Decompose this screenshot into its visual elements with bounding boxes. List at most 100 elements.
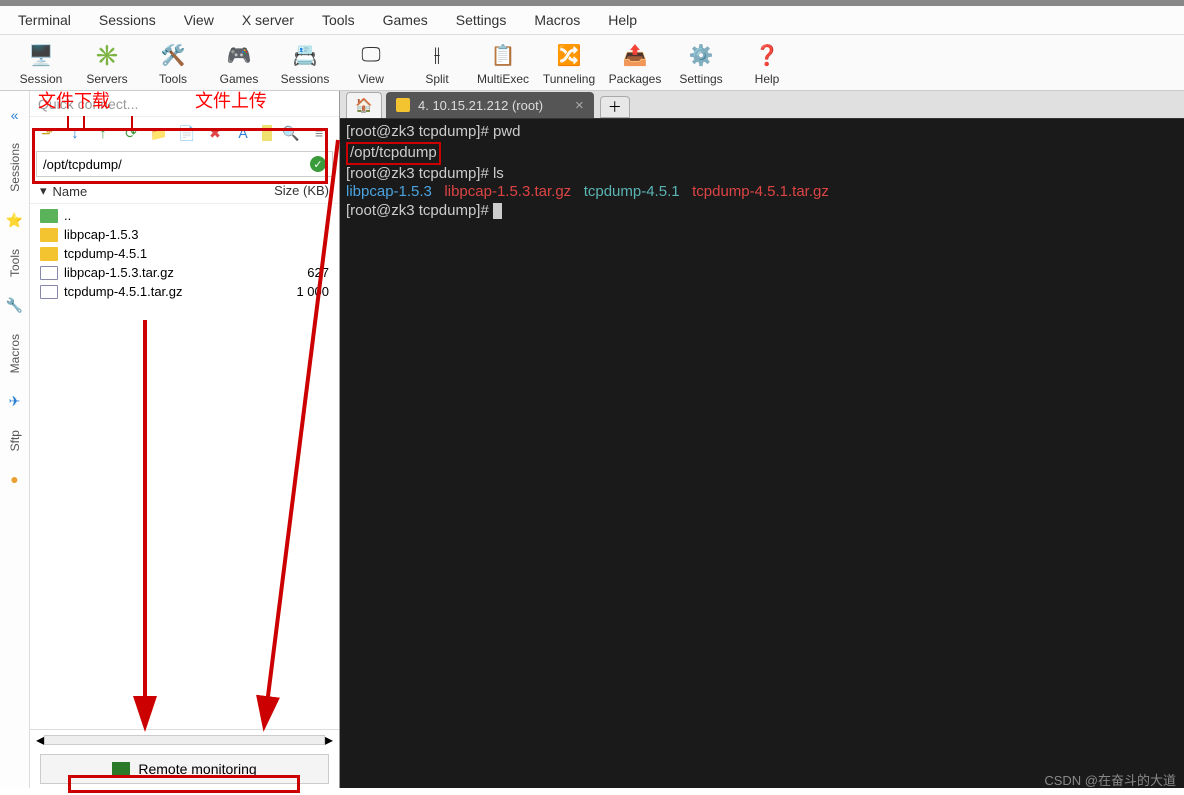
upload-icon[interactable]: ↑	[94, 124, 112, 142]
menu-games[interactable]: Games	[383, 12, 428, 28]
file-list-header: ▾ Name Size (KB)	[30, 179, 339, 204]
prompt: [root@zk3 tcpdump]#	[346, 202, 493, 219]
packages-icon: 📤	[621, 41, 649, 69]
view-icon: 🖵	[357, 41, 385, 69]
menu-macros[interactable]: Macros	[534, 12, 580, 28]
menu-sessions[interactable]: Sessions	[99, 12, 156, 28]
tb-session[interactable]: 🖥️Session	[8, 39, 74, 88]
home-icon: 🏠	[355, 97, 372, 114]
file-list: .. libpcap-1.5.3 tcpdump-4.5.1 libpcap-1…	[30, 204, 339, 729]
folder-icon	[40, 247, 58, 261]
highlighted-output: /opt/tcpdump	[346, 142, 441, 165]
tab-session[interactable]: 4. 10.15.21.212 (root) ×	[386, 92, 594, 118]
sessions-icon: 📇	[291, 41, 319, 69]
scroll-right-icon[interactable]: ▸	[325, 730, 333, 750]
vertical-tabs: « Sessions ⭐ Tools 🔧 Macros ✈ Sftp ●	[0, 91, 30, 788]
download-icon[interactable]: ↓	[66, 124, 84, 142]
file-icon	[40, 266, 58, 280]
file-row[interactable]: tcpdump-4.5.1.tar.gz1 000	[30, 282, 339, 301]
terminal-tabs: 🏠 4. 10.15.21.212 (root) × ＋	[340, 91, 1184, 119]
file-icon	[40, 285, 58, 299]
refresh-icon[interactable]: ⟳	[122, 124, 140, 142]
new-folder-icon[interactable]: 📁	[150, 124, 168, 142]
ls-archive: tcpdump-4.5.1.tar.gz	[692, 183, 829, 200]
path-text: /opt/tcpdump/	[43, 157, 122, 172]
path-ok-icon: ✓	[310, 156, 326, 172]
col-name[interactable]: Name	[53, 184, 88, 199]
file-row[interactable]: libpcap-1.5.3.tar.gz627	[30, 263, 339, 282]
menu-tools[interactable]: Tools	[322, 12, 355, 28]
tb-view[interactable]: 🖵View	[338, 39, 404, 88]
tb-packages[interactable]: 📤Packages	[602, 39, 668, 88]
help-icon: ❓	[753, 41, 781, 69]
file-row-parent[interactable]: ..	[30, 206, 339, 225]
tb-tools[interactable]: 🛠️Tools	[140, 39, 206, 88]
tab-home[interactable]: 🏠	[346, 92, 382, 118]
main-toolbar: 🖥️Session ✳️Servers 🛠️Tools 🎮Games 📇Sess…	[0, 35, 1184, 91]
plus-icon: ＋	[608, 97, 622, 117]
folder-icon	[40, 228, 58, 242]
menu-settings[interactable]: Settings	[456, 12, 507, 28]
vtab-sftp[interactable]: Sftp	[8, 430, 22, 451]
nav-up-icon[interactable]: ⬏	[38, 124, 56, 142]
tb-settings[interactable]: ⚙️Settings	[668, 39, 734, 88]
vtab-tools[interactable]: Tools	[8, 249, 22, 277]
tab-close-icon[interactable]: ×	[575, 97, 584, 114]
folder-icon	[40, 209, 58, 223]
prompt: [root@zk3 tcpdump]#	[346, 165, 493, 182]
search-icon[interactable]: 🔍	[282, 124, 300, 142]
tab-add[interactable]: ＋	[600, 96, 630, 118]
tb-multiexec[interactable]: 📋MultiExec	[470, 39, 536, 88]
vtab-sessions[interactable]: Sessions	[8, 143, 22, 192]
ls-dir: tcpdump-4.5.1	[584, 183, 680, 200]
tb-tunneling[interactable]: 🔀Tunneling	[536, 39, 602, 88]
tb-split[interactable]: ⫲Split	[404, 39, 470, 88]
file-row[interactable]: libpcap-1.5.3	[30, 225, 339, 244]
dot-icon: ●	[10, 471, 18, 487]
remote-path-input[interactable]: /opt/tcpdump/ ✓	[36, 151, 333, 177]
star-icon: ⭐	[6, 212, 23, 229]
h-scrollbar[interactable]: ◂ ▸	[30, 730, 339, 750]
settings-icon: ⚙️	[687, 41, 715, 69]
ls-archive: libpcap-1.5.3.tar.gz	[444, 183, 571, 200]
tb-games[interactable]: 🎮Games	[206, 39, 272, 88]
games-icon: 🎮	[225, 41, 253, 69]
menu-bar: Terminal Sessions View X server Tools Ga…	[0, 6, 1184, 35]
text-icon[interactable]: A	[234, 124, 252, 142]
prompt: [root@zk3 tcpdump]#	[346, 123, 493, 140]
multiexec-icon: 📋	[489, 41, 517, 69]
scroll-left-icon[interactable]: ◂	[36, 730, 44, 750]
tb-servers[interactable]: ✳️Servers	[74, 39, 140, 88]
tb-sessions[interactable]: 📇Sessions	[272, 39, 338, 88]
monitor-icon	[112, 762, 130, 776]
tunneling-icon: 🔀	[555, 41, 583, 69]
tb-help[interactable]: ❓Help	[734, 39, 800, 88]
terminal-output[interactable]: [root@zk3 tcpdump]# pwd /opt/tcpdump [ro…	[340, 119, 1184, 788]
list-icon[interactable]: ≡	[310, 124, 328, 142]
servers-icon: ✳️	[93, 41, 121, 69]
new-file-icon[interactable]: 📄	[178, 124, 196, 142]
cmd: ls	[493, 165, 504, 182]
menu-view[interactable]: View	[184, 12, 214, 28]
file-row[interactable]: tcpdump-4.5.1	[30, 244, 339, 263]
sort-icon[interactable]: ▾	[40, 183, 47, 199]
session-icon: 🖥️	[27, 41, 55, 69]
ls-dir: libpcap-1.5.3	[346, 183, 432, 200]
menu-terminal[interactable]: Terminal	[18, 12, 71, 28]
cmd: pwd	[493, 123, 521, 140]
col-size[interactable]: Size (KB)	[259, 183, 329, 199]
terminal-tab-icon	[396, 98, 410, 112]
remote-monitoring-button[interactable]: Remote monitoring	[40, 754, 329, 784]
watermark: CSDN @在奋斗的大道	[1044, 770, 1176, 789]
menu-help[interactable]: Help	[608, 12, 637, 28]
split-icon: ⫲	[423, 41, 451, 69]
annotation-upload: 文件上传	[195, 87, 267, 113]
annotation-download: 文件下载	[38, 87, 110, 113]
menu-xserver[interactable]: X server	[242, 12, 294, 28]
wrench-icon: 🔧	[6, 297, 23, 314]
props-icon[interactable]	[262, 125, 272, 141]
tools-icon: 🛠️	[159, 41, 187, 69]
vtab-macros[interactable]: Macros	[8, 334, 22, 373]
delete-icon[interactable]: ✖	[206, 124, 224, 142]
collapse-icon[interactable]: «	[11, 107, 19, 123]
